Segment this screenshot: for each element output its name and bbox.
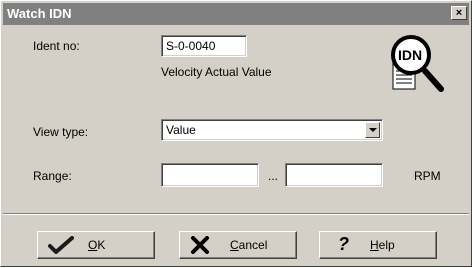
ident-description: Velocity Actual Value <box>161 65 272 79</box>
ok-button[interactable]: OK <box>37 231 155 259</box>
range-separator: ... <box>268 169 279 183</box>
ok-label: OK <box>88 238 106 252</box>
ident-no-label: Ident no: <box>33 39 80 53</box>
help-label: Help <box>370 238 395 252</box>
divider <box>3 213 469 215</box>
idn-badge: IDN <box>389 31 449 97</box>
view-type-value: Value <box>166 123 196 137</box>
cancel-button[interactable]: Cancel <box>179 231 297 259</box>
ident-no-value: S-0-0040 <box>166 39 216 53</box>
idn-badge-text: IDN <box>398 47 423 63</box>
chevron-down-icon[interactable] <box>365 122 380 138</box>
cancel-label: Cancel <box>230 238 268 252</box>
checkmark-icon <box>48 236 74 254</box>
magnifier-document-icon <box>391 35 444 92</box>
question-mark-icon: ? <box>338 234 349 254</box>
range-min-input[interactable] <box>161 163 259 187</box>
title-bar[interactable]: Watch IDN × <box>3 3 469 25</box>
close-icon: × <box>455 7 463 19</box>
range-label: Range: <box>33 169 72 183</box>
view-type-label: View type: <box>33 125 89 139</box>
range-max-input[interactable] <box>285 163 383 187</box>
help-button[interactable]: ? Help <box>319 231 437 259</box>
x-cross-icon <box>191 236 209 254</box>
view-type-select[interactable]: Value <box>161 119 383 141</box>
window-title: Watch IDN <box>7 6 72 21</box>
ident-no-input[interactable]: S-0-0040 <box>161 35 247 57</box>
watch-idn-dialog: Watch IDN × Ident no: S-0-0040 Velocity … <box>0 0 472 267</box>
range-unit: RPM <box>414 169 441 183</box>
close-button[interactable]: × <box>451 6 467 20</box>
